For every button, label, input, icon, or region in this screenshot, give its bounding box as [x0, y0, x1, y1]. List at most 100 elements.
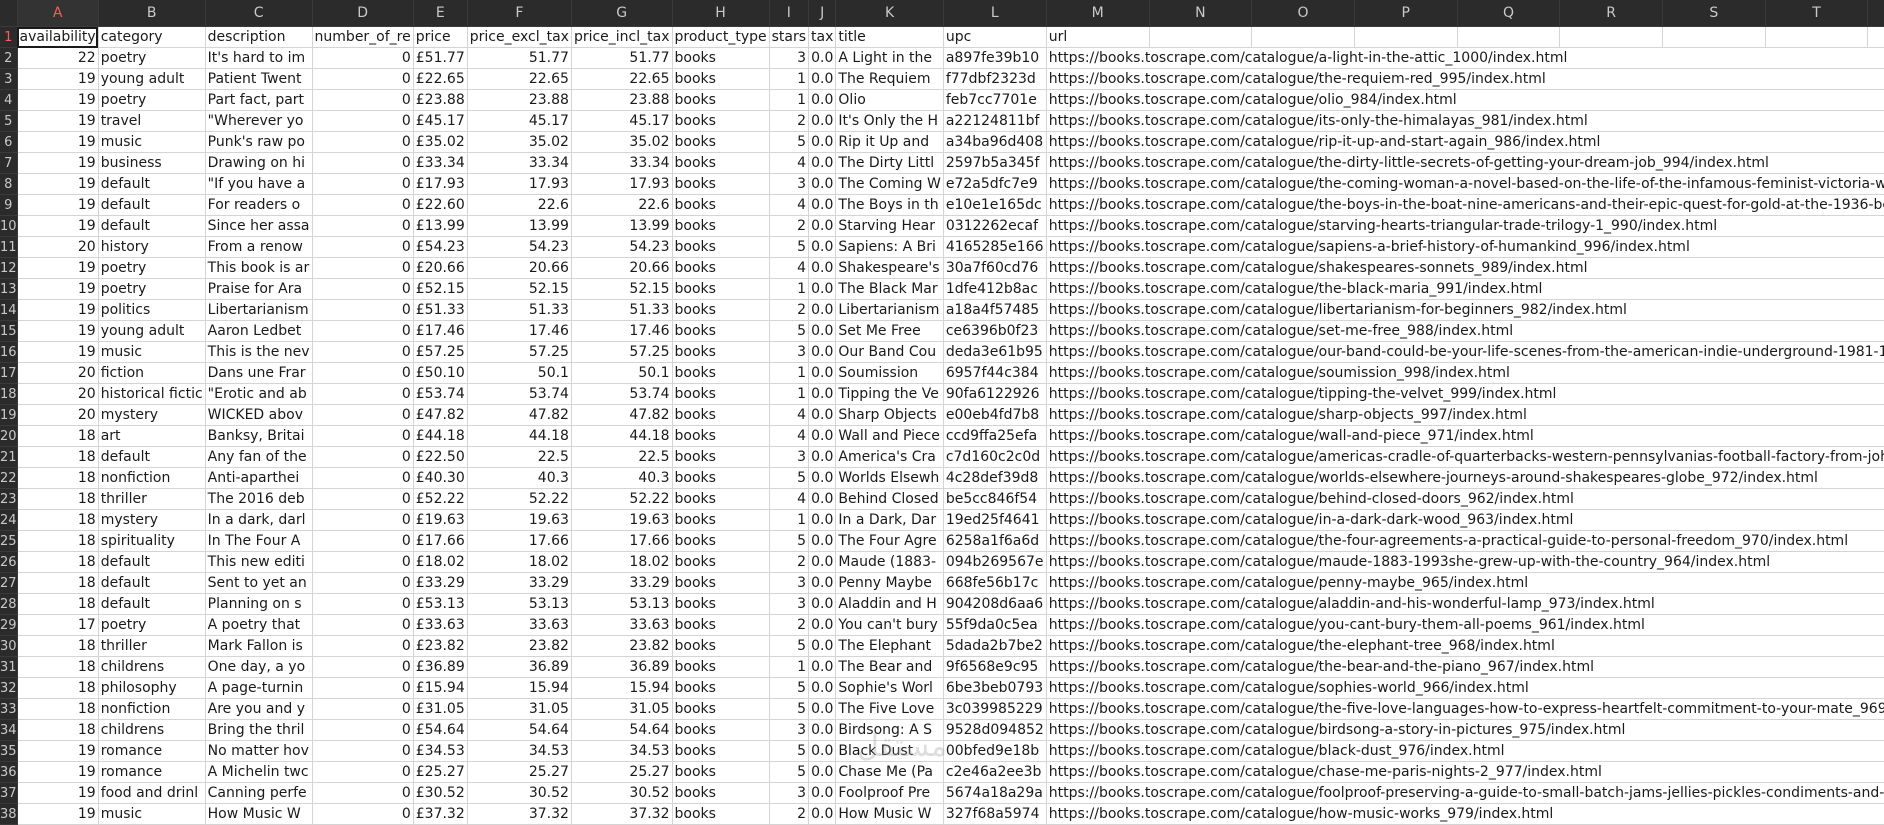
- table-cell[interactable]: Birdsong: A S: [835, 719, 944, 741]
- row-header[interactable]: 16: [0, 341, 18, 363]
- table-cell[interactable]: 5: [769, 236, 810, 258]
- table-cell[interactable]: 904208d6aa6: [943, 593, 1047, 615]
- table-cell[interactable]: https://books.toscrape.com/catalogue/the…: [1046, 278, 1884, 300]
- table-cell[interactable]: 34.53: [467, 740, 572, 762]
- table-cell[interactable]: 44.18: [571, 425, 673, 447]
- row-header[interactable]: 4: [0, 89, 18, 111]
- table-cell[interactable]: books: [672, 614, 770, 636]
- table-cell[interactable]: 0.0: [808, 698, 837, 720]
- table-cell[interactable]: £44.18: [413, 425, 468, 447]
- table-cell[interactable]: 0.0: [808, 257, 837, 279]
- row-header[interactable]: 38: [0, 803, 18, 825]
- table-cell[interactable]: 33.29: [571, 572, 673, 594]
- table-cell[interactable]: £17.46: [413, 320, 468, 342]
- table-cell[interactable]: books: [672, 299, 770, 321]
- table-cell[interactable]: 40.3: [571, 467, 673, 489]
- table-cell[interactable]: art: [98, 425, 206, 447]
- table-cell[interactable]: 094b269567e: [943, 551, 1047, 573]
- table-cell[interactable]: 0.0: [808, 614, 837, 636]
- table-cell[interactable]: 54.23: [571, 236, 673, 258]
- table-cell[interactable]: Soumission: [835, 362, 944, 384]
- header-cell[interactable]: description: [205, 26, 313, 48]
- table-cell[interactable]: Anti-aparthei: [205, 467, 313, 489]
- table-cell[interactable]: feb7cc7701e: [943, 89, 1047, 111]
- table-cell[interactable]: a22124811bf: [943, 110, 1047, 132]
- column-header-C[interactable]: C: [205, 0, 313, 27]
- table-cell[interactable]: 0: [312, 572, 414, 594]
- table-cell[interactable]: Foolproof Pre: [835, 782, 944, 804]
- table-cell[interactable]: 0.0: [808, 677, 837, 699]
- table-cell[interactable]: 0.0: [808, 719, 837, 741]
- table-cell[interactable]: books: [672, 488, 770, 510]
- table-cell[interactable]: 53.13: [571, 593, 673, 615]
- column-header-J[interactable]: J: [808, 0, 837, 27]
- table-cell[interactable]: 4: [769, 194, 810, 216]
- table-cell[interactable]: Worlds Elsewh: [835, 467, 944, 489]
- table-cell[interactable]: 0: [312, 698, 414, 720]
- table-cell[interactable]: The Requiem: [835, 68, 944, 90]
- table-cell[interactable]: https://books.toscrape.com/catalogue/a-l…: [1046, 47, 1884, 69]
- table-cell[interactable]: 15.94: [467, 677, 572, 699]
- row-header[interactable]: 18: [0, 383, 18, 405]
- table-cell[interactable]: 0.0: [808, 488, 837, 510]
- table-cell[interactable]: £50.10: [413, 362, 468, 384]
- table-cell[interactable]: 0: [312, 68, 414, 90]
- table-cell[interactable]: 19: [17, 299, 99, 321]
- table-cell[interactable]: Penny Maybe: [835, 572, 944, 594]
- table-cell[interactable]: £40.30: [413, 467, 468, 489]
- table-cell[interactable]: 3: [769, 341, 810, 363]
- table-cell[interactable]: spirituality: [98, 530, 206, 552]
- table-cell[interactable]: 0.0: [808, 551, 837, 573]
- row-header[interactable]: 9: [0, 194, 18, 216]
- table-cell[interactable]: 2: [769, 551, 810, 573]
- row-header[interactable]: 24: [0, 509, 18, 531]
- table-cell[interactable]: 22: [17, 47, 99, 69]
- table-cell[interactable]: 19: [17, 173, 99, 195]
- table-cell[interactable]: https://books.toscrape.com/catalogue/cha…: [1046, 761, 1884, 783]
- table-cell[interactable]: 13.99: [467, 215, 572, 237]
- table-cell[interactable]: 55f9da0c5ea: [943, 614, 1047, 636]
- table-cell[interactable]: c7d160c2c0d: [943, 446, 1047, 468]
- column-header-L[interactable]: L: [943, 0, 1047, 27]
- table-cell[interactable]: Aaron Ledbet: [205, 320, 313, 342]
- header-cell[interactable]: [1149, 26, 1253, 48]
- table-cell[interactable]: Bring the thril: [205, 719, 313, 741]
- table-cell[interactable]: 0: [312, 404, 414, 426]
- column-header-T[interactable]: T: [1765, 0, 1869, 27]
- table-cell[interactable]: books: [672, 257, 770, 279]
- table-cell[interactable]: 17.46: [467, 320, 572, 342]
- table-cell[interactable]: Chase Me (Pa: [835, 761, 944, 783]
- table-cell[interactable]: 18: [17, 698, 99, 720]
- table-cell[interactable]: A Light in the: [835, 47, 944, 69]
- table-cell[interactable]: Patient Twent: [205, 68, 313, 90]
- table-cell[interactable]: 0.0: [808, 341, 837, 363]
- table-cell[interactable]: https://books.toscrape.com/catalogue/bir…: [1046, 719, 1884, 741]
- table-cell[interactable]: £36.89: [413, 656, 468, 678]
- table-cell[interactable]: e00eb4fd7b8: [943, 404, 1047, 426]
- table-cell[interactable]: 18: [17, 635, 99, 657]
- header-cell[interactable]: price_excl_tax: [467, 26, 572, 48]
- table-cell[interactable]: 35.02: [467, 131, 572, 153]
- table-cell[interactable]: 3c039985229: [943, 698, 1047, 720]
- table-cell[interactable]: https://books.toscrape.com/catalogue/in-…: [1046, 509, 1884, 531]
- column-header-E[interactable]: E: [413, 0, 468, 27]
- row-header[interactable]: 13: [0, 278, 18, 300]
- row-header[interactable]: 6: [0, 131, 18, 153]
- table-cell[interactable]: https://books.toscrape.com/catalogue/the…: [1046, 152, 1884, 174]
- table-cell[interactable]: 0.0: [808, 656, 837, 678]
- table-cell[interactable]: https://books.toscrape.com/catalogue/wor…: [1046, 467, 1884, 489]
- table-cell[interactable]: books: [672, 677, 770, 699]
- table-cell[interactable]: 19.63: [571, 509, 673, 531]
- table-cell[interactable]: default: [98, 572, 206, 594]
- table-cell[interactable]: books: [672, 404, 770, 426]
- table-cell[interactable]: 2: [769, 803, 810, 825]
- table-cell[interactable]: 1: [769, 656, 810, 678]
- table-cell[interactable]: 0.0: [808, 68, 837, 90]
- table-cell[interactable]: 51.33: [571, 299, 673, 321]
- table-cell[interactable]: mystery: [98, 404, 206, 426]
- table-cell[interactable]: Aladdin and H: [835, 593, 944, 615]
- table-cell[interactable]: books: [672, 68, 770, 90]
- table-cell[interactable]: 22.65: [571, 68, 673, 90]
- table-cell[interactable]: 0: [312, 803, 414, 825]
- table-cell[interactable]: £33.29: [413, 572, 468, 594]
